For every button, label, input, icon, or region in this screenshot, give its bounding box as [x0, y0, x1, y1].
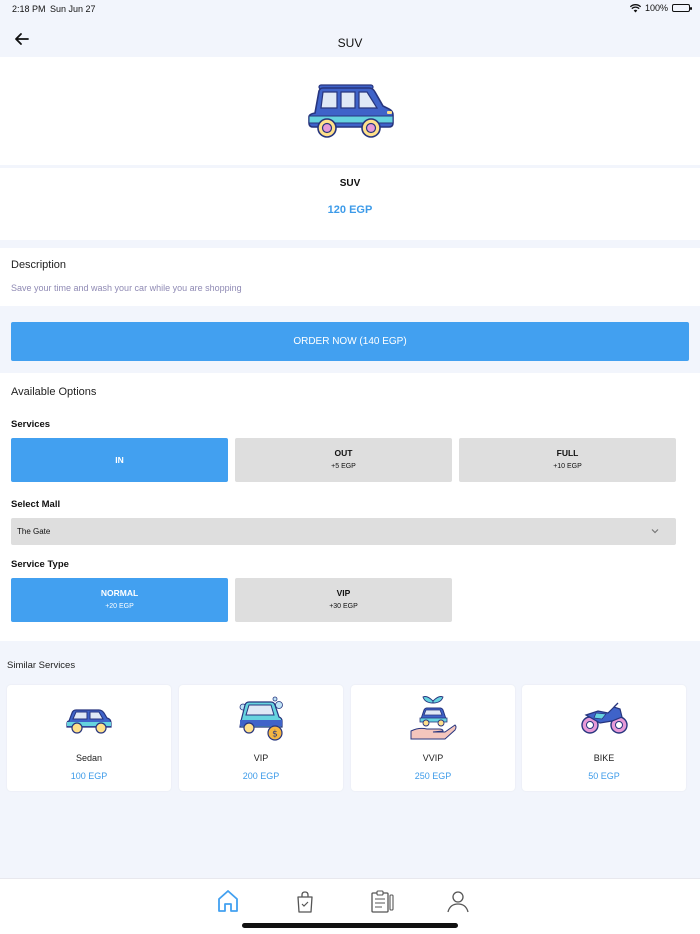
hero-card — [0, 57, 700, 165]
product-summary-card: SUV 120 EGP — [0, 168, 700, 240]
services-label: Services — [11, 419, 51, 430]
similar-service-bike[interactable]: BIKE 50 EGP — [522, 685, 686, 791]
option-price: +5 EGP — [331, 463, 356, 470]
description-card: Description Save your time and wash your… — [0, 248, 700, 306]
similar-service-name: VVIP — [422, 753, 444, 763]
similar-services-title: Similar Services — [7, 660, 76, 671]
service-type-normal[interactable]: NORMAL +20 EGP — [11, 578, 228, 622]
status-right: 100% — [629, 3, 692, 13]
product-price: 120 EGP — [327, 204, 373, 216]
similar-service-price: 250 EGP — [414, 771, 452, 781]
nav-bar: SUV — [0, 24, 700, 56]
status-date: Sun Jun 27 — [50, 4, 96, 14]
description-text: Save your time and wash your car while y… — [11, 283, 242, 293]
service-type-label: Service Type — [11, 559, 69, 570]
service-option-out[interactable]: OUT +5 EGP — [235, 438, 452, 482]
option-price: +20 EGP — [105, 603, 134, 610]
service-option-full[interactable]: FULL +10 EGP — [459, 438, 676, 482]
user-icon[interactable] — [444, 887, 472, 915]
svg-text:$: $ — [272, 730, 278, 740]
similar-service-name: Sedan — [75, 753, 103, 763]
mall-select[interactable]: The Gate — [11, 518, 676, 545]
order-now-button[interactable]: ORDER NOW (140 EGP) — [11, 322, 689, 361]
suv-car-icon — [308, 84, 394, 138]
sedan-car-icon — [66, 709, 112, 734]
motorbike-icon — [581, 702, 628, 734]
similar-service-price: 100 EGP — [70, 771, 108, 781]
similar-service-price: 50 EGP — [588, 771, 620, 781]
wifi-icon — [629, 3, 641, 12]
available-options-card: Available Options Services IN OUT +5 EGP… — [0, 373, 700, 641]
option-label: NORMAL — [100, 588, 139, 598]
battery-percent: 100% — [644, 3, 668, 13]
home-indicator — [242, 923, 458, 928]
similar-service-name: VIP — [253, 753, 269, 763]
clipboard-icon[interactable] — [368, 887, 396, 915]
shopping-bag-icon[interactable] — [291, 887, 319, 915]
service-type-vip[interactable]: VIP +30 EGP — [235, 578, 452, 622]
similar-service-sedan[interactable]: Sedan 100 EGP — [7, 685, 171, 791]
similar-service-vvip[interactable]: VVIP 250 EGP — [351, 685, 515, 791]
select-mall-label: Select Mall — [11, 499, 61, 510]
vvip-car-hand-icon — [410, 696, 457, 740]
service-option-in[interactable]: IN — [11, 438, 228, 482]
status-time: 2:18 PM — [12, 4, 46, 14]
similar-service-vip[interactable]: $ VIP 200 EGP — [179, 685, 343, 791]
battery-icon — [672, 4, 692, 12]
option-price: +10 EGP — [553, 463, 582, 470]
chevron-down-icon — [651, 529, 659, 534]
description-title: Description — [11, 259, 67, 271]
option-label: FULL — [556, 448, 579, 458]
product-name: SUV — [339, 178, 361, 189]
option-price: +30 EGP — [329, 603, 358, 610]
mall-select-value: The Gate — [17, 527, 51, 536]
similar-service-price: 200 EGP — [242, 771, 280, 781]
similar-service-name: BIKE — [593, 753, 615, 763]
options-title: Available Options — [11, 386, 97, 398]
vip-car-wash-icon: $ — [239, 696, 283, 741]
home-icon[interactable] — [214, 887, 242, 915]
option-label: VIP — [336, 588, 351, 598]
option-label: IN — [115, 455, 124, 465]
page-title: SUV — [337, 36, 363, 50]
status-bar: 2:18 PM Sun Jun 27 100% — [0, 0, 700, 18]
option-label: OUT — [334, 448, 353, 458]
